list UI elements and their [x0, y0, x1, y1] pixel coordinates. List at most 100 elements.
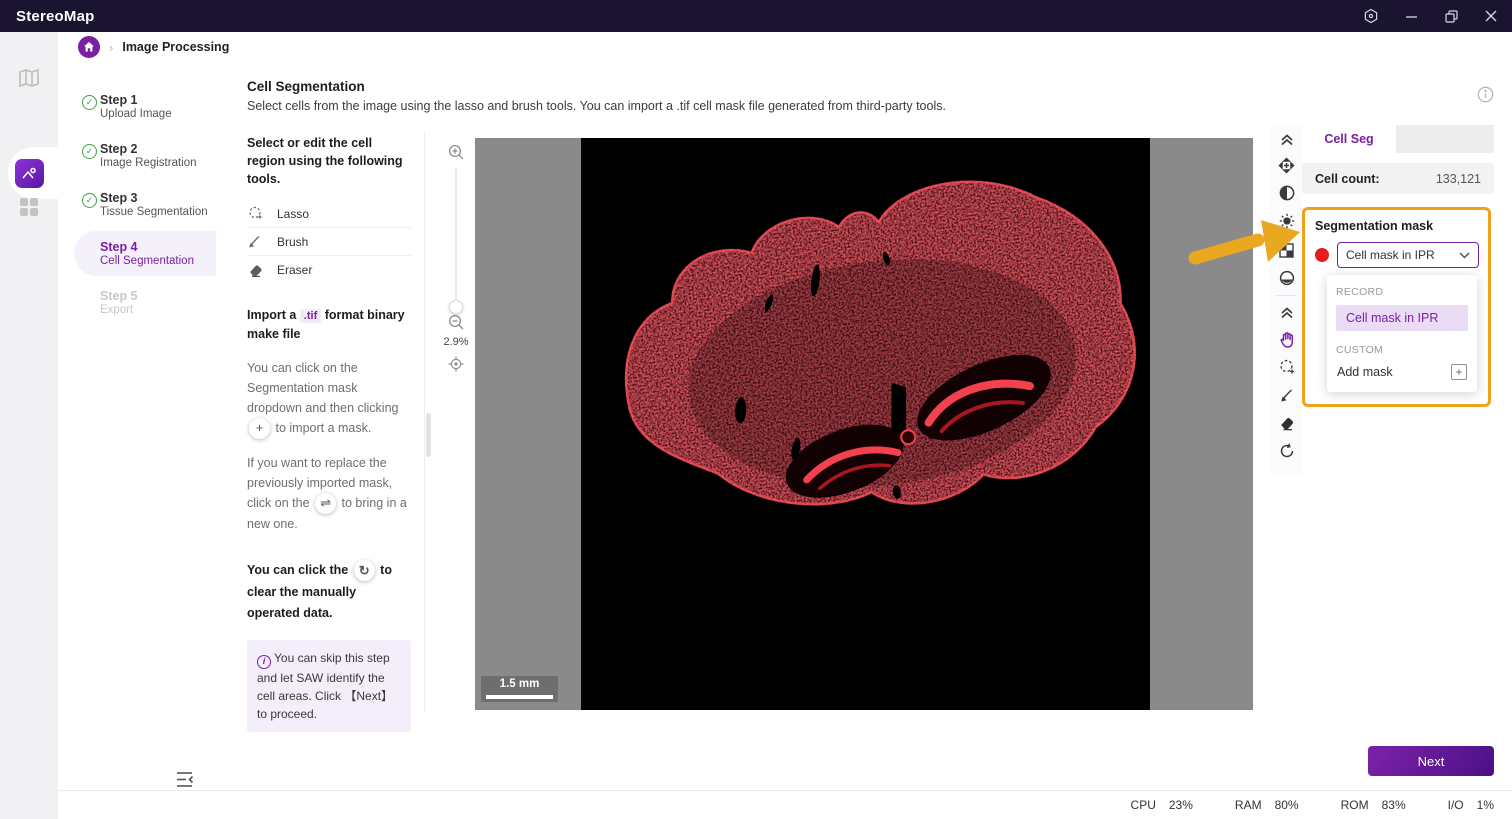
app-window: StereoMap › Image Processing Cell Segmen…: [0, 0, 1512, 819]
add-mask-plus-icon[interactable]: +: [1451, 364, 1467, 380]
panel-tabbar: Cell Seg: [1302, 125, 1494, 153]
close-icon[interactable]: [1482, 7, 1500, 25]
breadcrumb-label: Image Processing: [122, 40, 230, 54]
lasso-select-icon[interactable]: [1271, 355, 1302, 379]
page-title: Cell Segmentation: [247, 79, 365, 94]
collapse-up-icon-2[interactable]: [1271, 300, 1302, 324]
zoom-out-icon[interactable]: [448, 312, 465, 332]
stat-label: CPU: [1130, 798, 1156, 812]
cell-mask-render: [625, 180, 1136, 506]
step-number: Step 1: [100, 93, 138, 107]
import-heading: Import a .tif format binary make file: [247, 308, 405, 342]
page-info-icon[interactable]: [1477, 86, 1494, 108]
app-title: StereoMap: [16, 7, 95, 25]
left-rail: [0, 32, 58, 819]
step-name: Upload Image: [100, 108, 172, 120]
apps-grid-icon[interactable]: [0, 197, 58, 217]
settings-gear-icon[interactable]: [1362, 7, 1380, 25]
scale-bar-label: 1.5 mm: [499, 678, 540, 690]
stat-label: I/O: [1447, 798, 1464, 812]
mask-color-swatch[interactable]: [1315, 248, 1329, 262]
step-number: Step 2: [100, 142, 138, 156]
add-mask-item[interactable]: Add mask +: [1336, 364, 1468, 380]
zoom-slider-thumb[interactable]: [449, 300, 463, 314]
cell-count-value: 133,121: [1435, 171, 1481, 186]
step-done-check-icon: ✓: [82, 144, 97, 159]
step-item-cell-segmentation[interactable]: Step 4 Cell Segmentation: [74, 231, 216, 276]
record-group-label: RECORD: [1336, 286, 1384, 298]
reset-icon[interactable]: ↻: [353, 560, 375, 582]
step-item-upload-image[interactable]: ✓ Step 1 Upload Image: [58, 84, 216, 129]
tab-cell-seg[interactable]: Cell Seg: [1302, 125, 1396, 153]
tools-scrollbar[interactable]: [426, 413, 431, 457]
step-number: Step 3: [100, 191, 138, 205]
image-canvas[interactable]: 1.5 mm: [475, 138, 1253, 710]
eraser-tool-row[interactable]: Eraser: [247, 256, 411, 284]
lasso-icon: [247, 206, 263, 221]
step-name: Tissue Segmentation: [100, 206, 208, 218]
transparency-icon[interactable]: [1271, 238, 1302, 262]
tools-panel: Select or edit the cell region using the…: [247, 134, 411, 732]
brush-tool-row[interactable]: Brush: [247, 228, 411, 257]
chevron-right-icon: ›: [109, 39, 114, 55]
tool-label: Lasso: [277, 206, 310, 221]
minimize-icon[interactable]: [1402, 7, 1420, 25]
stat-label: RAM: [1234, 798, 1262, 812]
mask-dropdown-menu: RECORD Cell mask in IPR CUSTOM Add mask …: [1327, 275, 1477, 392]
opacity-drop-icon[interactable]: [1271, 266, 1302, 290]
zoom-level: 2.9%: [443, 336, 469, 348]
steps-sidebar: ✓ Step 1 Upload Image ✓ Step 2 Image Reg…: [58, 84, 216, 329]
swap-icon[interactable]: ⇌: [315, 493, 337, 515]
tool-label: Brush: [277, 234, 309, 249]
adjust-image-icon[interactable]: [1271, 153, 1302, 177]
mask-dropdown[interactable]: Cell mask in IPR: [1337, 242, 1479, 268]
cell-count-box: Cell count: 133,121: [1302, 163, 1494, 194]
step-done-check-icon: ✓: [82, 95, 97, 110]
collapse-up-icon[interactable]: [1271, 127, 1302, 151]
map-module-icon[interactable]: [0, 67, 58, 89]
status-bar: CPU 23% RAM 80% ROM 83% I/O 1%: [58, 790, 1512, 819]
step-name: Image Registration: [100, 157, 197, 169]
ram-stat: RAM 80%: [1235, 798, 1299, 812]
mask-dropdown-value: Cell mask in IPR: [1346, 248, 1435, 262]
segmentation-mask-title: Segmentation mask: [1315, 219, 1434, 233]
custom-group-label: CUSTOM: [1336, 344, 1384, 356]
cpu-stat: CPU 23%: [1131, 798, 1193, 812]
zoom-slider[interactable]: [449, 168, 463, 314]
restore-icon[interactable]: [1442, 7, 1460, 25]
info-icon: i: [257, 654, 271, 669]
tool-label: Eraser: [277, 263, 313, 278]
zoom-in-icon[interactable]: [448, 142, 465, 162]
eraser-tool-icon[interactable]: [1271, 411, 1302, 435]
image-processing-module-icon[interactable]: [15, 159, 44, 188]
plus-circle-icon[interactable]: +: [249, 418, 270, 440]
mask-select-row: Cell mask in IPR: [1315, 242, 1479, 268]
brush-tool-icon[interactable]: [1271, 383, 1302, 407]
cell-seg-panel: Cell Seg Cell count: 133,121 Segmentatio…: [1302, 125, 1494, 407]
step-name: Export: [100, 304, 134, 316]
menu-item-cell-mask-ipr[interactable]: Cell mask in IPR: [1336, 305, 1468, 331]
tissue-image[interactable]: [581, 138, 1150, 710]
step-item-export: Step 5 Export: [58, 280, 216, 325]
brightness-icon[interactable]: [1271, 209, 1302, 233]
scale-bar: 1.5 mm: [481, 676, 558, 702]
step-done-check-icon: ✓: [82, 193, 97, 208]
locate-center-icon[interactable]: [448, 354, 464, 374]
home-icon[interactable]: [78, 36, 100, 58]
toolbar-divider: [1276, 295, 1297, 296]
stat-value: 80%: [1274, 798, 1299, 812]
contrast-icon[interactable]: [1271, 181, 1302, 205]
pan-hand-icon[interactable]: [1271, 327, 1302, 351]
lasso-tool-row[interactable]: Lasso: [247, 200, 411, 229]
segmentation-mask-highlight-box: Segmentation mask Cell mask in IPR RECOR…: [1302, 207, 1491, 407]
chevron-down-icon: [1459, 251, 1470, 259]
add-mask-label: Add mask: [1337, 365, 1393, 379]
step-item-tissue-segmentation[interactable]: ✓ Step 3 Tissue Segmentation: [58, 182, 216, 227]
tools-heading: Select or edit the cell region using the…: [247, 136, 403, 187]
reset-view-icon[interactable]: [1271, 439, 1302, 463]
step-item-image-registration[interactable]: ✓ Step 2 Image Registration: [58, 133, 216, 178]
view-toolbar: [1271, 125, 1302, 475]
next-button[interactable]: Next: [1368, 746, 1494, 776]
replace-hint: If you want to replace the previously im…: [247, 456, 407, 532]
page-subtitle: Select cells from the image using the la…: [247, 99, 946, 113]
